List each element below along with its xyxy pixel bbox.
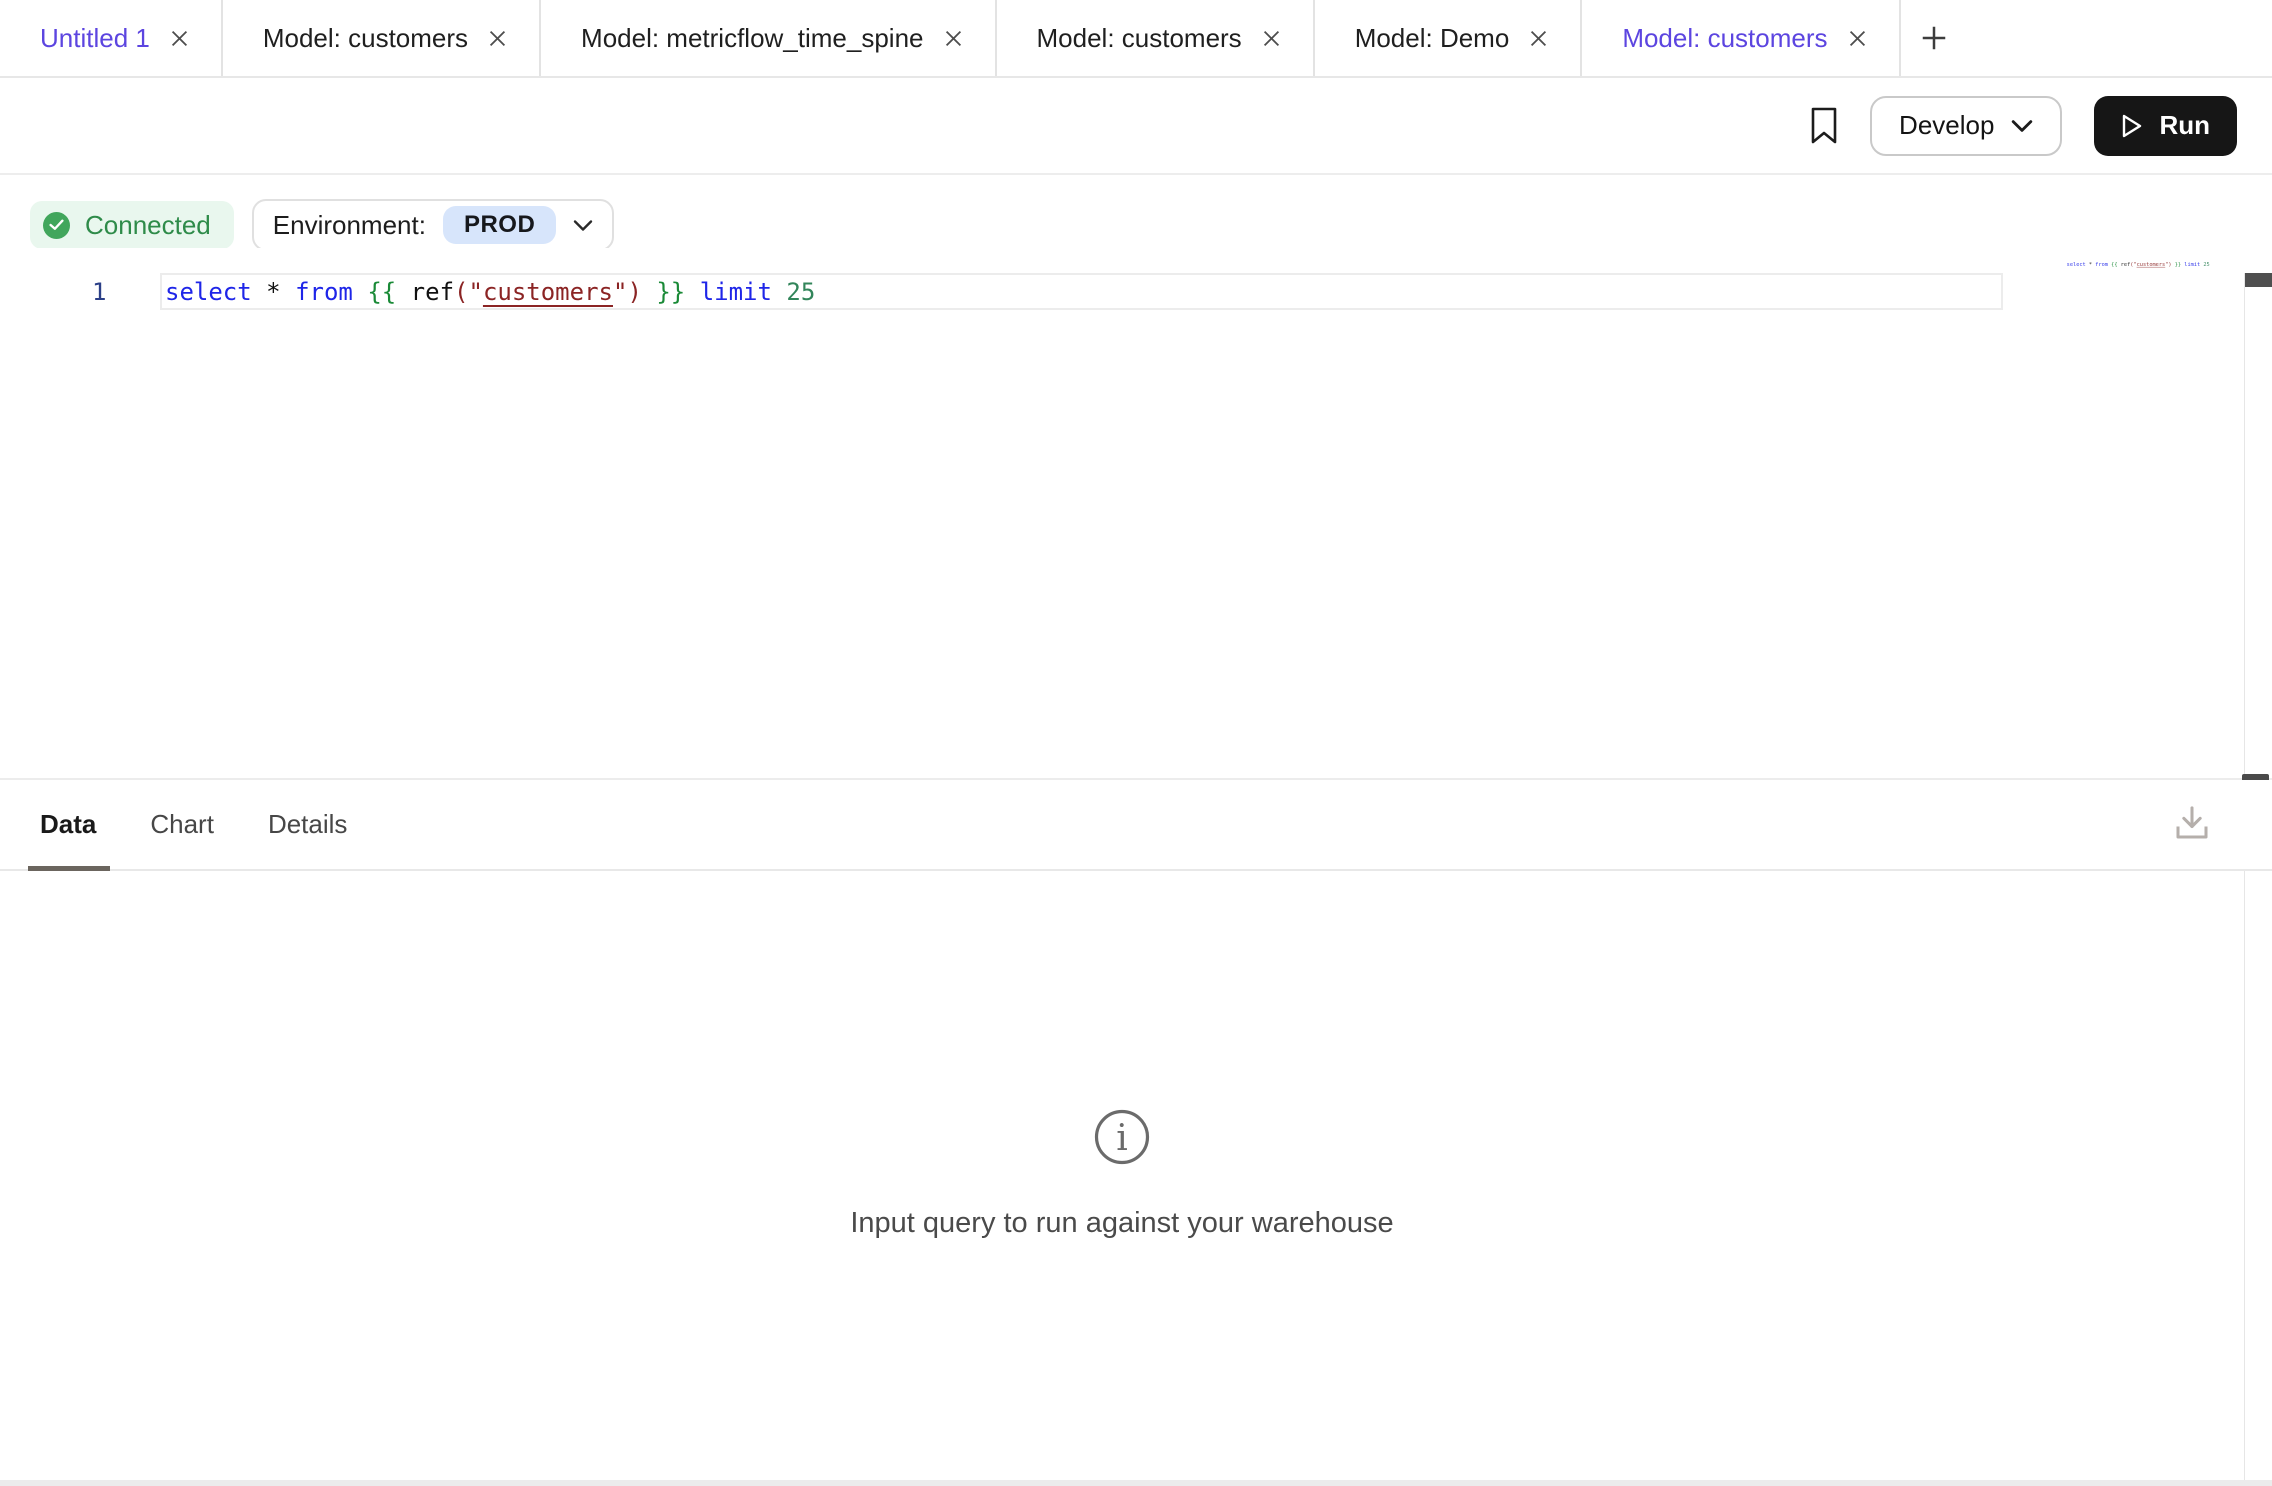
chevron-down-icon [2011, 119, 2033, 133]
active-tab-indicator [28, 866, 110, 871]
code-token: from [2095, 261, 2108, 267]
editor-tab[interactable]: Model: Demo [1315, 0, 1583, 76]
scrollbar-track [2244, 273, 2245, 1480]
line-number: 1 [92, 273, 106, 310]
tab-label: Model: metricflow_time_spine [581, 23, 923, 54]
code-editor[interactable]: 1 select * from {{ ref("customers") }} l… [0, 248, 2244, 778]
editor-minimap[interactable]: select * from {{ ref("customers") }} lim… [2066, 261, 2210, 267]
code-token: " [613, 278, 627, 306]
code-token: select [2067, 261, 2086, 267]
close-icon[interactable] [942, 27, 965, 50]
editor-tab[interactable]: Model: customers [1582, 0, 1900, 76]
download-icon [2172, 802, 2212, 844]
develop-button-label: Develop [1899, 110, 1994, 141]
editor-tab[interactable]: Model: metricflow_time_spine [541, 0, 996, 76]
plus-icon [1919, 23, 1949, 53]
code-token: customers [483, 278, 613, 306]
status-row: Connected Environment: PROD [30, 199, 614, 251]
results-tab-chart[interactable]: Chart [150, 809, 214, 840]
tab-bar: Untitled 1 Model: customers Model: metri… [0, 0, 2272, 78]
code-token [281, 278, 295, 306]
develop-button[interactable]: Develop [1870, 96, 2062, 156]
close-icon[interactable] [168, 27, 191, 50]
code-token: {{ [367, 278, 396, 306]
bottom-divider [0, 1480, 2272, 1486]
tab-list: Untitled 1 Model: customers Model: metri… [0, 0, 1901, 76]
close-icon[interactable] [486, 27, 509, 50]
editor-tab[interactable]: Model: customers [223, 0, 541, 76]
code-line[interactable]: select * from {{ ref("customers") }} lim… [162, 278, 815, 306]
connection-status-badge: Connected [30, 201, 234, 249]
empty-state-message: Input query to run against your warehous… [0, 1207, 2244, 1240]
results-tab-details[interactable]: Details [268, 809, 347, 840]
code-token: ref [411, 278, 454, 306]
code-token: ref [2121, 261, 2131, 267]
code-token [642, 278, 656, 306]
svg-text:i: i [1116, 1118, 1128, 1159]
close-icon[interactable] [1260, 27, 1283, 50]
code-token: customers [2137, 261, 2166, 267]
close-icon[interactable] [1846, 27, 1869, 50]
run-button-label: Run [2159, 110, 2210, 141]
scrollbar-thumb[interactable] [2245, 273, 2272, 287]
code-token [396, 278, 410, 306]
results-tab-bar: Data Chart Details [0, 780, 2272, 871]
info-icon: i [1093, 1108, 1151, 1166]
ide-window: Untitled 1 Model: customers Model: metri… [0, 0, 2272, 1486]
code-token: limit [700, 278, 772, 306]
code-token: 25 [786, 278, 815, 306]
environment-label: Environment: [273, 210, 426, 241]
code-token: 25 [2203, 261, 2209, 267]
tab-label: Model: customers [1037, 23, 1242, 54]
tab-label: Model: customers [1622, 23, 1827, 54]
minimap-line: select * from {{ ref("customers") }} lim… [2066, 261, 2210, 267]
tab-label: Model: Demo [1355, 23, 1510, 54]
results-tab-list: Data Chart Details [40, 780, 347, 869]
code-token: ) [627, 278, 641, 306]
bookmark-icon[interactable] [1810, 107, 1838, 145]
editor-tab[interactable]: Model: customers [997, 0, 1315, 76]
code-token: from [295, 278, 353, 306]
code-token [772, 278, 786, 306]
current-line-highlight: select * from {{ ref("customers") }} lim… [160, 273, 2003, 310]
toolbar: Develop Run [0, 78, 2272, 175]
connection-status-label: Connected [85, 210, 211, 241]
code-token: select [165, 278, 252, 306]
download-button[interactable] [2172, 802, 2212, 844]
editor-tab[interactable]: Untitled 1 [0, 0, 223, 76]
results-tab-data[interactable]: Data [40, 809, 96, 840]
code-token: limit [2184, 261, 2200, 267]
run-button[interactable]: Run [2094, 96, 2237, 156]
tab-label: Model: customers [263, 23, 468, 54]
play-icon [2121, 113, 2143, 139]
chevron-down-icon [573, 219, 593, 232]
code-token: }} [656, 278, 685, 306]
close-icon[interactable] [1527, 27, 1550, 50]
environment-selector[interactable]: Environment: PROD [252, 199, 615, 251]
tab-label: Untitled 1 [40, 23, 150, 54]
code-token: " [468, 278, 482, 306]
new-tab-button[interactable] [1901, 0, 2009, 76]
code-token [353, 278, 367, 306]
results-empty-state: i Input query to run against your wareho… [0, 1108, 2244, 1240]
code-token [252, 278, 266, 306]
code-token [685, 278, 699, 306]
environment-value-pill: PROD [443, 206, 556, 244]
check-circle-icon [43, 212, 70, 239]
code-token: ( [454, 278, 468, 306]
code-token: * [266, 278, 280, 306]
